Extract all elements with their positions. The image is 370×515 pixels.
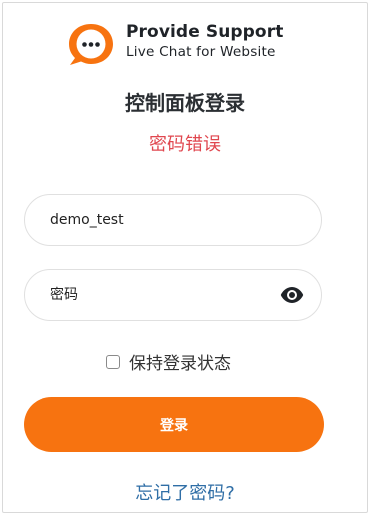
password-input[interactable]: [50, 270, 280, 320]
forgot-password-link[interactable]: 忘记了密码?: [3, 479, 367, 505]
logo-tagline: Live Chat for Website: [126, 44, 276, 60]
remember-checkbox[interactable]: [106, 354, 120, 369]
remember-me[interactable]: 保持登录状态: [106, 349, 231, 374]
page-title: 控制面板登录: [125, 91, 245, 115]
username-field[interactable]: [24, 194, 322, 246]
remember-label[interactable]: 保持登录状态: [129, 349, 231, 374]
login-panel: Provide Support Live Chat for Website 控制…: [2, 2, 368, 513]
login-button[interactable]: 登录: [24, 397, 324, 452]
logo-name: Provide Support: [126, 22, 284, 42]
password-field[interactable]: [24, 269, 322, 321]
username-input[interactable]: [50, 195, 280, 245]
chat-bubble-icon: [69, 24, 113, 65]
eye-icon[interactable]: [280, 285, 304, 305]
error-message: 密码错误: [149, 134, 221, 155]
provide-support-logo: Provide Support Live Chat for Website: [66, 21, 296, 67]
